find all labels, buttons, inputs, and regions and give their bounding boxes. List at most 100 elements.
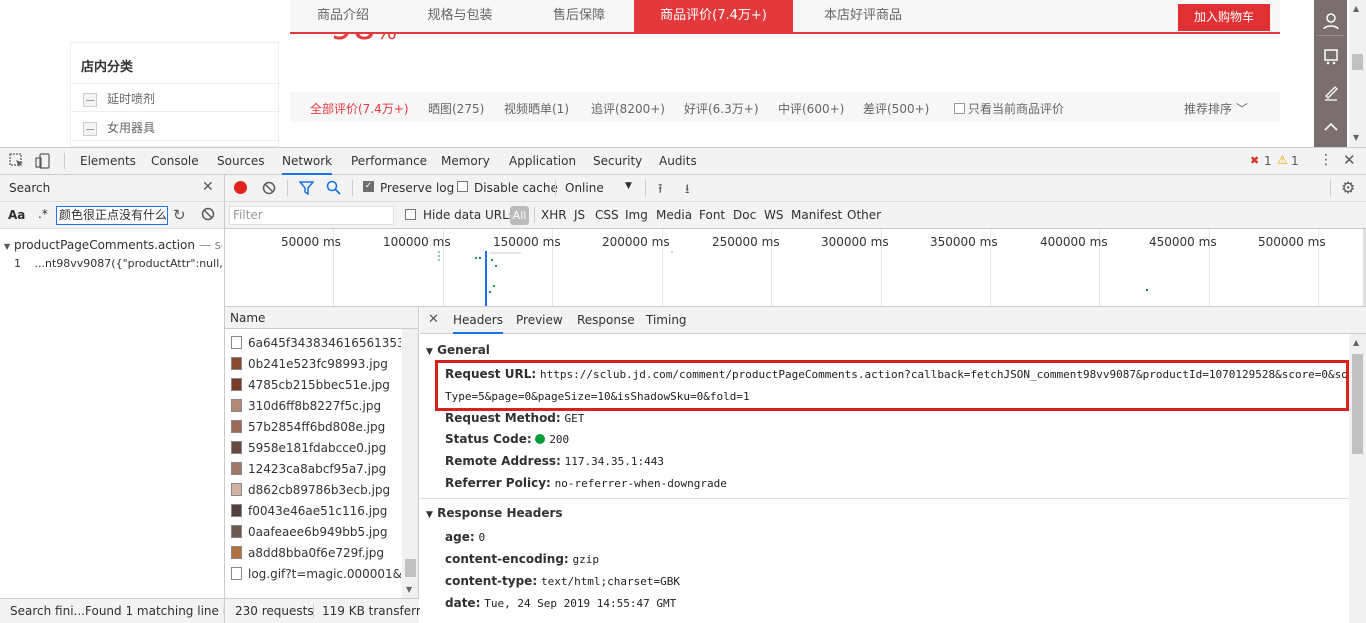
checkbox-icon[interactable] xyxy=(954,103,965,114)
tab-audits[interactable]: Audits xyxy=(659,154,697,168)
request-row[interactable]: d862cb89786b3ecb.jpg xyxy=(231,480,401,501)
sort-dropdown[interactable]: 推荐排序 ﹀ xyxy=(1184,100,1248,117)
type-filter-manifest[interactable]: Manifest xyxy=(791,208,842,222)
scroll-down-icon[interactable]: ▼ xyxy=(406,585,412,594)
category-item[interactable]: 女用器具 xyxy=(83,119,155,137)
throttling-select[interactable]: Online ▼ xyxy=(565,181,632,195)
tab-sources[interactable]: Sources xyxy=(217,154,264,168)
collapse-icon[interactable] xyxy=(83,92,97,107)
tab-performance[interactable]: Performance xyxy=(351,154,427,168)
tab-security[interactable]: Security xyxy=(593,154,642,168)
request-row[interactable]: 0b241e523fc98993.jpg xyxy=(231,354,401,375)
search-icon[interactable] xyxy=(326,180,341,198)
type-filter-js[interactable]: JS xyxy=(574,208,585,222)
filter-input[interactable]: Filter xyxy=(229,206,394,225)
general-section-toggle[interactable]: ▼ General xyxy=(426,343,490,357)
error-count[interactable]: 1 xyxy=(1264,154,1272,168)
more-menu-icon[interactable]: ⋮ xyxy=(1319,152,1333,168)
record-icon[interactable] xyxy=(234,181,247,194)
filter-followup[interactable]: 追评(8200+) xyxy=(591,100,665,117)
scrollbar-thumb[interactable] xyxy=(1352,54,1363,70)
request-row[interactable]: 4785cb215bbec51e.jpg xyxy=(231,375,401,396)
scroll-up-icon[interactable]: ▲ xyxy=(1353,338,1359,347)
details-scrollbar[interactable]: ▲ xyxy=(1349,334,1366,623)
type-filter-xhr[interactable]: XHR xyxy=(541,208,567,222)
preserve-log-checkbox[interactable]: ✓ xyxy=(363,181,374,192)
scroll-up-icon[interactable]: ▲ xyxy=(1353,4,1359,13)
tab-product-intro[interactable]: 商品介绍 xyxy=(290,0,396,34)
tab-network[interactable]: Network xyxy=(282,154,333,175)
back-to-top-icon[interactable] xyxy=(1322,118,1340,136)
request-list-scrollbar[interactable]: ▼ xyxy=(402,329,418,598)
warning-count[interactable]: 1 xyxy=(1291,154,1299,168)
type-filter-css[interactable]: CSS xyxy=(595,208,619,222)
type-filter-ws[interactable]: WS xyxy=(764,208,783,222)
search-input[interactable]: 颜色很正点没有什么 xyxy=(56,206,168,225)
scrollbar-thumb[interactable] xyxy=(405,559,416,577)
clear-log-icon[interactable] xyxy=(262,181,276,198)
tab-memory[interactable]: Memory xyxy=(441,154,490,168)
close-search-icon[interactable]: ✕ xyxy=(202,179,214,195)
expand-triangle-icon[interactable]: ▼ xyxy=(426,510,433,520)
disable-cache-checkbox[interactable] xyxy=(457,181,468,192)
type-filter-media[interactable]: Media xyxy=(656,208,692,222)
tab-application[interactable]: Application xyxy=(509,154,576,168)
type-filter-all[interactable]: All xyxy=(510,206,529,225)
scroll-down-icon[interactable]: ▼ xyxy=(1353,133,1359,142)
request-row[interactable]: 12423ca8abcf95a7.jpg xyxy=(231,459,401,480)
tab-product-reviews[interactable]: 商品评价(7.4万+) xyxy=(634,0,793,34)
filter-photos[interactable]: 晒图(275) xyxy=(428,100,484,117)
type-filter-img[interactable]: Img xyxy=(625,208,648,222)
search-result-line[interactable]: 1 ...nt98vv9087({"productAttr":null,"... xyxy=(14,257,222,270)
expand-triangle-icon[interactable]: ▼ xyxy=(4,242,10,251)
warning-icon[interactable]: ⚠ xyxy=(1277,153,1288,167)
request-row[interactable]: a8dd8bba0f6e729f.jpg xyxy=(231,543,401,564)
page-scrollbar[interactable]: ▲ ▼ xyxy=(1349,0,1366,147)
import-har-icon[interactable]: ⭱ xyxy=(658,180,663,202)
filter-neutral[interactable]: 中评(600+) xyxy=(778,100,844,117)
name-column-header[interactable]: Name xyxy=(225,307,418,329)
type-filter-font[interactable]: Font xyxy=(699,208,725,222)
device-toolbar-icon[interactable] xyxy=(35,153,51,173)
request-row[interactable]: 5958e181fdabcce0.jpg xyxy=(231,438,401,459)
error-icon[interactable]: ✖ xyxy=(1250,154,1259,167)
scrollbar-thumb[interactable] xyxy=(1352,354,1363,454)
filter-icon[interactable] xyxy=(298,181,315,198)
hide-data-urls-checkbox[interactable] xyxy=(405,209,416,220)
add-to-cart-button[interactable]: 加入购物车 xyxy=(1178,4,1270,31)
request-row[interactable]: 310d6ff8b8227f5c.jpg xyxy=(231,396,401,417)
type-filter-doc[interactable]: Doc xyxy=(733,208,756,222)
filter-negative[interactable]: 差评(500+) xyxy=(863,100,929,117)
request-row[interactable]: f0043e46ae51c116.jpg xyxy=(231,501,401,522)
category-item[interactable]: 延时喷剂 xyxy=(83,90,155,108)
filter-videos[interactable]: 视频晒单(1) xyxy=(504,100,569,117)
inspect-element-icon[interactable] xyxy=(9,153,25,173)
tab-headers[interactable]: Headers xyxy=(453,313,503,334)
tab-preview[interactable]: Preview xyxy=(516,313,563,327)
tab-store-top-products[interactable]: 本店好评商品 xyxy=(793,0,933,34)
settings-gear-icon[interactable]: ⚙ xyxy=(1341,178,1355,197)
search-result-file[interactable]: ▼ productPageComments.action — scl... xyxy=(4,238,222,252)
match-case-toggle[interactable]: Aa xyxy=(8,208,25,222)
collapse-icon[interactable] xyxy=(83,121,97,136)
user-icon[interactable] xyxy=(1322,12,1340,30)
cart-icon[interactable] xyxy=(1322,47,1340,65)
tab-timing[interactable]: Timing xyxy=(646,313,687,327)
filter-positive[interactable]: 好评(6.3万+) xyxy=(684,100,759,117)
type-filter-other[interactable]: Other xyxy=(847,208,881,222)
tab-elements[interactable]: Elements xyxy=(80,154,136,168)
only-current-checkbox[interactable]: 只看当前商品评价 xyxy=(954,100,1064,117)
tab-response[interactable]: Response xyxy=(577,313,635,327)
network-overview-timeline[interactable]: 50000 ms 100000 ms 150000 ms 200000 ms 2… xyxy=(225,229,1366,307)
tab-console[interactable]: Console xyxy=(151,154,199,168)
tab-after-sales[interactable]: 售后保障 xyxy=(524,0,634,34)
clear-icon[interactable] xyxy=(201,207,215,224)
close-icon[interactable]: ✕ xyxy=(1343,151,1356,169)
response-headers-toggle[interactable]: ▼ Response Headers xyxy=(426,506,563,520)
export-har-icon[interactable]: ⭳ xyxy=(685,180,690,202)
refresh-icon[interactable]: ↻ xyxy=(173,206,186,224)
expand-triangle-icon[interactable]: ▼ xyxy=(426,347,433,357)
request-row[interactable]: 0aafeaee6b949bb5.jpg xyxy=(231,522,401,543)
tab-spec-packaging[interactable]: 规格与包装 xyxy=(396,0,524,34)
filter-all-reviews[interactable]: 全部评价(7.4万+) xyxy=(310,100,409,117)
